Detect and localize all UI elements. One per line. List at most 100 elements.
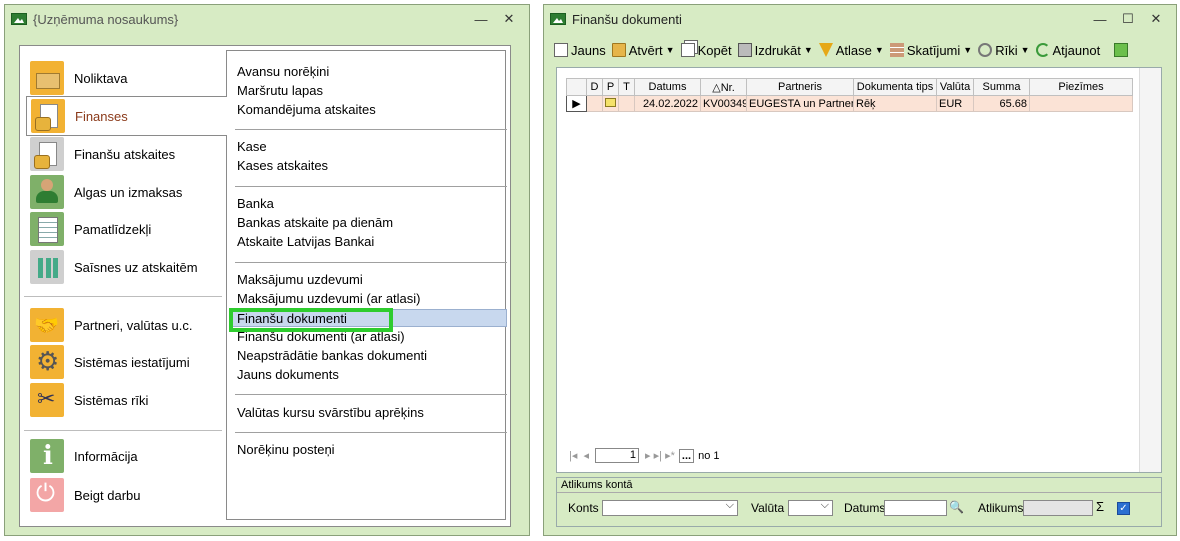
print-button[interactable]: Izdrukāt ▼ bbox=[737, 43, 813, 58]
nav-item-informacija[interactable]: Informācija bbox=[30, 438, 226, 474]
vertical-scrollbar[interactable] bbox=[1139, 68, 1161, 472]
open-label: Atvērt bbox=[628, 42, 663, 58]
menu-kases-atskaites[interactable]: Kases atskaites bbox=[237, 157, 328, 175]
menu-maksajumu-uzdevumi-atlase[interactable]: Maksājumu uzdevumi (ar atlasi) bbox=[237, 290, 421, 308]
col-partneris[interactable]: Partneris bbox=[746, 78, 854, 96]
new-label: Jauns bbox=[571, 42, 606, 58]
nav-item-sistemas-iestatijumi[interactable]: Sistēmas iestatījumi bbox=[30, 344, 226, 380]
caret-down-icon: ▼ bbox=[963, 45, 973, 55]
new-row-icon[interactable]: ▸* bbox=[665, 449, 675, 462]
new-button[interactable]: Jauns bbox=[554, 43, 606, 58]
menu-atskaite-latvijas-bankai[interactable]: Atskaite Latvijas Bankai bbox=[237, 233, 374, 251]
more-button[interactable]: ... bbox=[678, 448, 695, 463]
menu-avansu-noreķini[interactable]: Avansu norēķini bbox=[237, 63, 329, 81]
copy-button[interactable]: Kopēt bbox=[680, 43, 732, 58]
nav-label: Pamatlīdzekļi bbox=[74, 221, 152, 237]
cell-datums[interactable]: 24.02.2022 bbox=[634, 95, 701, 112]
nav-label: Noliktava bbox=[74, 70, 128, 86]
folder-open-icon bbox=[611, 43, 626, 57]
col-t[interactable]: T bbox=[618, 78, 635, 96]
prev-page-icon[interactable]: ◂ bbox=[584, 449, 590, 462]
minimize-button[interactable]: — bbox=[467, 12, 495, 27]
nav-item-sistemas-riki[interactable]: Sistēmas rīki bbox=[30, 382, 226, 418]
page-number-input[interactable]: 1 bbox=[595, 448, 640, 463]
search-icon[interactable]: 🔍 bbox=[949, 500, 964, 514]
menu-norekinu-postenj[interactable]: Norēķinu posteņi bbox=[237, 441, 335, 459]
cell-nr[interactable]: KV003496 bbox=[700, 95, 747, 112]
tools-button[interactable]: Rīki ▼ bbox=[978, 43, 1030, 58]
cell-summa[interactable]: 65.68 bbox=[973, 95, 1030, 112]
tools-icon bbox=[30, 383, 64, 417]
menu-divider bbox=[235, 129, 507, 130]
menu-finansu-dokumenti[interactable]: Finanšu dokumenti bbox=[229, 309, 507, 327]
open-button[interactable]: Atvērt ▼ bbox=[611, 42, 675, 58]
info-button[interactable] bbox=[1114, 43, 1131, 57]
sum-sigma-icon[interactable]: Σ bbox=[1096, 499, 1104, 514]
cell-p[interactable] bbox=[602, 95, 619, 112]
menu-neapstradatie-bankas-dokumenti[interactable]: Neapstrādātie bankas dokumenti bbox=[237, 347, 427, 365]
filter-button[interactable]: Atlase ▼ bbox=[818, 42, 884, 58]
cell-valuta[interactable]: EUR bbox=[936, 95, 974, 112]
menu-maksajumu-uzdevumi[interactable]: Maksājumu uzdevumi bbox=[237, 271, 363, 289]
next-page-icon[interactable]: ▸ bbox=[645, 449, 651, 462]
handshake-icon bbox=[30, 308, 64, 342]
row-indicator[interactable]: ▶ bbox=[566, 95, 587, 112]
menu-banka[interactable]: Banka bbox=[237, 195, 274, 213]
col-nr[interactable]: △Nr. bbox=[700, 78, 747, 96]
col-d[interactable]: D bbox=[586, 78, 603, 96]
cell-t[interactable] bbox=[618, 95, 635, 112]
menu-divider bbox=[235, 262, 507, 263]
close-button[interactable]: ✕ bbox=[1142, 11, 1170, 27]
minimize-button[interactable]: — bbox=[1086, 12, 1114, 27]
menu-kase[interactable]: Kase bbox=[237, 138, 267, 156]
page-count: no 1 bbox=[698, 449, 720, 462]
nav-item-finanses[interactable]: Finanses bbox=[26, 96, 227, 136]
nav-item-algas[interactable]: Algas un izmaksas bbox=[30, 174, 226, 210]
cell-dokumenta-tips[interactable]: Rēķ bbox=[853, 95, 937, 112]
col-p[interactable]: P bbox=[602, 78, 619, 96]
menu-marsrutu-lapas[interactable]: Maršrutu lapas bbox=[237, 82, 323, 100]
cell-piezimes[interactable] bbox=[1029, 95, 1133, 112]
nav-item-saisnes[interactable]: Saīsnes uz atskaitēm bbox=[30, 249, 226, 285]
maximize-button[interactable]: ☐ bbox=[1114, 11, 1142, 27]
menu-valutas-kursu-svarstibas[interactable]: Valūtas kursu svārstību aprēķins bbox=[237, 404, 424, 422]
col-datums[interactable]: Datums bbox=[634, 78, 701, 96]
menu-bankas-atskaite[interactable]: Bankas atskaite pa dienām bbox=[237, 214, 393, 232]
nav-label: Partneri, valūtas u.c. bbox=[74, 317, 193, 333]
nav-label: Finanšu atskaites bbox=[74, 146, 176, 162]
refresh-button[interactable]: Atjaunot bbox=[1035, 43, 1100, 58]
nav-item-beigt-darbu[interactable]: Beigt darbu bbox=[30, 477, 226, 513]
table-row[interactable]: ▶ 24.02.2022 KV003496 EUGESTA un Partner… bbox=[566, 95, 1133, 112]
finance-reports-icon bbox=[30, 137, 64, 171]
menu-divider bbox=[235, 186, 507, 187]
fixed-assets-building-icon bbox=[30, 212, 64, 246]
nav-item-noliktava[interactable]: Noliktava bbox=[30, 60, 226, 96]
close-button[interactable]: ✕ bbox=[495, 11, 523, 27]
finance-documents-window: Finanšu dokumenti — ☐ ✕ Jauns Atvērt ▼ K… bbox=[543, 4, 1177, 536]
nav-label: Algas un izmaksas bbox=[74, 184, 183, 200]
datums-field[interactable] bbox=[884, 500, 947, 516]
konts-dropdown[interactable] bbox=[602, 499, 738, 516]
views-button[interactable]: Skatījumi ▼ bbox=[889, 43, 973, 58]
filter-label: Atlase bbox=[835, 42, 872, 58]
menu-jauns-dokuments[interactable]: Jauns dokuments bbox=[237, 366, 339, 384]
cell-partneris[interactable]: EUGESTA un Partneri, bbox=[746, 95, 854, 112]
info-icon bbox=[1114, 43, 1129, 57]
col-valuta[interactable]: Valūta bbox=[936, 78, 974, 96]
caret-down-icon: ▼ bbox=[874, 45, 884, 55]
nav-label: Beigt darbu bbox=[74, 487, 141, 503]
nav-item-pamatlidzekli[interactable]: Pamatlīdzekļi bbox=[30, 211, 226, 247]
menu-finansu-dokumenti-atlase[interactable]: Finanšu dokumenti (ar atlasi) bbox=[237, 328, 405, 346]
cell-d[interactable] bbox=[586, 95, 603, 112]
col-dokumenta-tips[interactable]: Dokumenta tips bbox=[853, 78, 937, 96]
last-page-icon[interactable]: ▸| bbox=[654, 449, 662, 462]
valuta-dropdown[interactable] bbox=[788, 499, 833, 516]
menu-komandejuma-atskaites[interactable]: Komandējuma atskaites bbox=[237, 101, 376, 119]
nav-item-finansu-atskaites[interactable]: Finanšu atskaites bbox=[30, 136, 226, 172]
nav-item-partneri[interactable]: Partneri, valūtas u.c. bbox=[30, 307, 226, 343]
app-logo-icon bbox=[11, 13, 27, 25]
balance-checkbox[interactable]: ✓ bbox=[1117, 502, 1130, 515]
col-piezimes[interactable]: Piezīmes bbox=[1029, 78, 1133, 96]
first-page-icon[interactable]: |◂ bbox=[569, 449, 577, 462]
col-summa[interactable]: Summa bbox=[973, 78, 1030, 96]
